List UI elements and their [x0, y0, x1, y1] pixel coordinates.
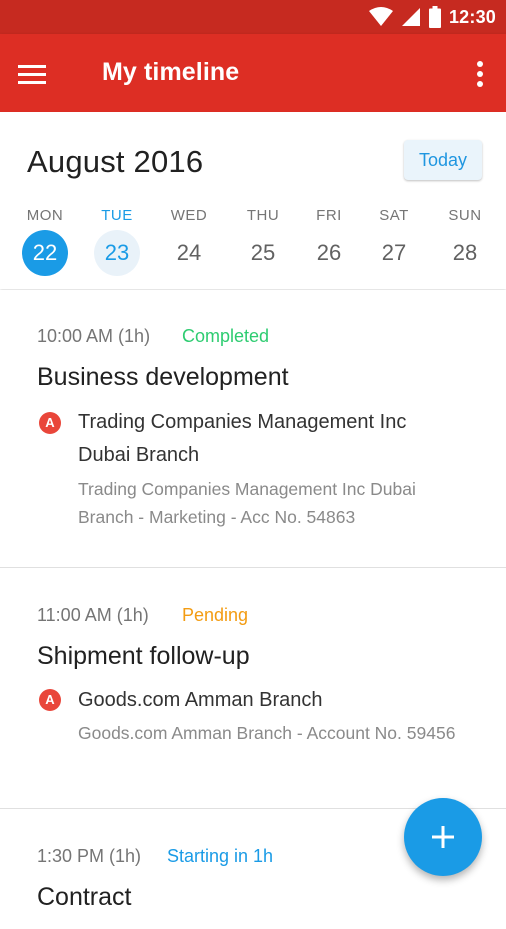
- event-time: 11:00 AM (1h): [37, 605, 149, 625]
- status-time: 12:30: [448, 6, 496, 27]
- more-vert-icon: [477, 61, 483, 87]
- day-number: 24: [176, 240, 202, 265]
- day-label: SUN: [448, 207, 482, 224]
- event-title: Business development: [37, 363, 289, 391]
- event-time: 10:00 AM (1h): [37, 326, 151, 346]
- calendar-header: August 2016 Today MON 22 TUE 23 WED 24 T…: [0, 112, 506, 289]
- app-bar: My timeline: [0, 34, 506, 112]
- event-card[interactable]: 11:00 AM (1h) Pending Shipment follow-up…: [0, 568, 506, 809]
- month-title: August 2016: [27, 144, 204, 179]
- event-time: 1:30 PM (1h): [37, 846, 142, 866]
- day-mon[interactable]: MON 22: [15, 206, 75, 276]
- day-label: FRI: [316, 207, 342, 224]
- day-tue[interactable]: TUE 23: [87, 206, 147, 276]
- day-number: 28: [452, 240, 478, 265]
- menu-button[interactable]: [18, 56, 62, 92]
- day-label: THU: [246, 207, 280, 224]
- day-label: TUE: [101, 207, 133, 224]
- status-icons: 12:30: [368, 5, 496, 29]
- account-badge-icon: A: [39, 412, 61, 434]
- cell-signal-icon: [401, 8, 420, 26]
- app-title: My timeline: [102, 58, 240, 86]
- day-number: 26: [316, 240, 342, 265]
- day-label: MON: [26, 207, 64, 224]
- event-detail: Goods.com Amman Branch - Account No. 594…: [78, 723, 456, 743]
- add-icon: [432, 826, 454, 848]
- day-label: SAT: [379, 207, 409, 224]
- more-options-button[interactable]: [468, 56, 492, 92]
- day-thu[interactable]: THU 25: [233, 206, 293, 276]
- status-bar: 12:30: [0, 0, 506, 34]
- add-event-button[interactable]: [404, 798, 482, 876]
- event-status: Starting in 1h: [167, 846, 274, 866]
- event-company: Trading Companies Management Inc Dubai B…: [78, 411, 407, 466]
- event-status: Completed: [182, 326, 270, 346]
- day-number: 23: [94, 230, 140, 276]
- battery-icon: [428, 6, 441, 28]
- day-number: 22: [22, 230, 68, 276]
- account-badge-icon: A: [39, 689, 61, 711]
- event-title: Shipment follow-up: [37, 642, 250, 670]
- event-title: Contract: [37, 883, 132, 911]
- event-detail: Trading Companies Management Inc Dubai B…: [78, 479, 416, 527]
- day-sat[interactable]: SAT 27: [364, 206, 424, 276]
- day-sun[interactable]: SUN 28: [435, 206, 495, 276]
- event-card[interactable]: 10:00 AM (1h) Completed Business develop…: [0, 290, 506, 568]
- wifi-icon: [368, 7, 393, 26]
- day-number: 25: [250, 240, 276, 265]
- week-row: MON 22 TUE 23 WED 24 THU 25 FRI 26 SAT 2…: [0, 206, 506, 276]
- event-company: Goods.com Amman Branch: [78, 689, 323, 711]
- hamburger-menu-icon: [18, 65, 46, 84]
- day-label: WED: [170, 207, 208, 224]
- today-button[interactable]: Today: [404, 140, 482, 180]
- day-wed[interactable]: WED 24: [159, 206, 219, 276]
- day-fri[interactable]: FRI 26: [299, 206, 359, 276]
- event-status: Pending: [182, 605, 249, 625]
- day-number: 27: [381, 240, 407, 265]
